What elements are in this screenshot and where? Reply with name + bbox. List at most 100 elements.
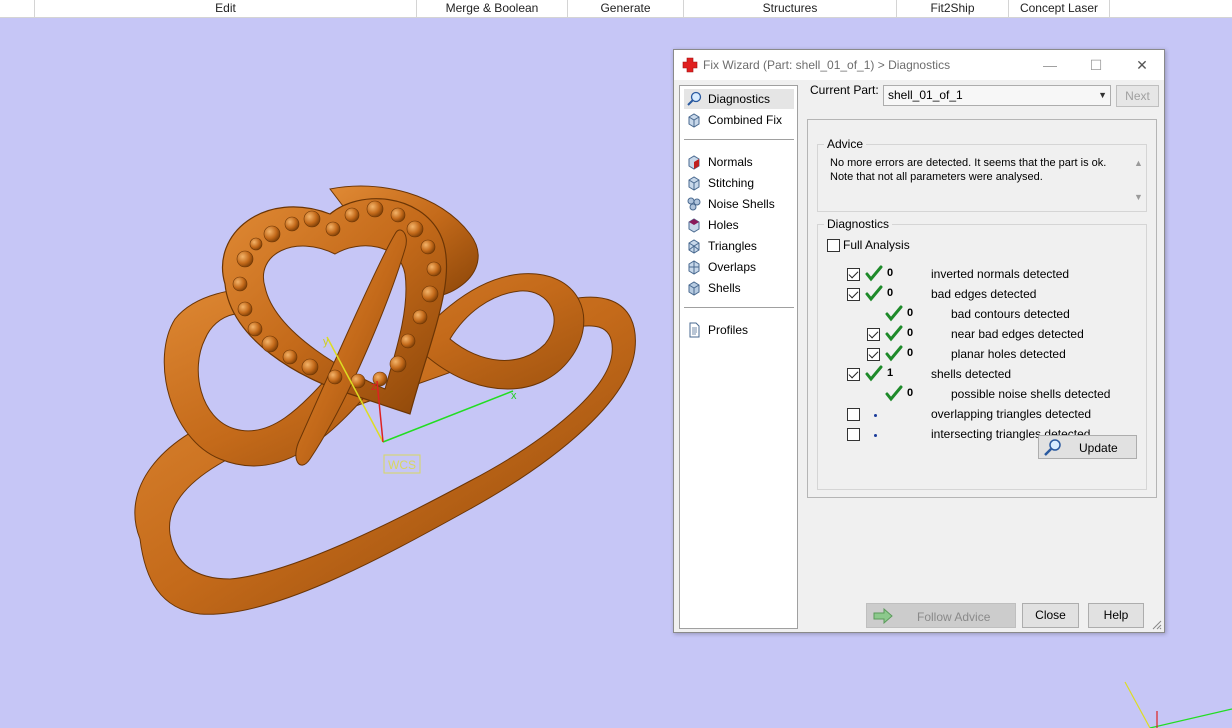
nav-item-diagnostics[interactable]: Diagnostics: [684, 89, 794, 109]
shells-cube-icon: [688, 281, 700, 296]
wizard-nav-list: Diagnostics Combined Fix Normals Stitchi…: [679, 85, 798, 629]
inverted-normals-checkbox[interactable]: [847, 268, 860, 281]
diagnostics-title: Diagnostics: [824, 217, 893, 231]
green-check-icon: [885, 325, 903, 342]
follow-advice-button[interactable]: Follow Advice: [866, 603, 1016, 628]
noise-shells-icon: [687, 197, 701, 211]
dialog-titlebar[interactable]: Fix Wizard (Part: shell_01_of_1) > Diagn…: [674, 50, 1164, 80]
green-check-icon: [865, 265, 883, 282]
menu-bar: Edit Merge & Boolean Generate Structures…: [0, 0, 1232, 18]
pending-dot-icon: [874, 434, 877, 437]
nav-item-stitching[interactable]: Stitching: [684, 173, 794, 193]
green-check-icon: [885, 385, 903, 402]
green-check-icon: [885, 345, 903, 362]
overlapping-triangles-label: overlapping triangles detected: [931, 407, 1092, 421]
bad-edges-checkbox[interactable]: [847, 288, 860, 301]
normals-cube-icon: [688, 155, 700, 170]
planar-holes-count: 0: [907, 347, 914, 359]
noise-shells-label: possible noise shells detected: [951, 387, 1111, 401]
menu-fit2ship[interactable]: Fit2Ship: [897, 0, 1009, 18]
intersecting-triangles-checkbox[interactable]: [847, 428, 860, 441]
menu-generate[interactable]: Generate: [568, 0, 684, 18]
menu-merge-boolean[interactable]: Merge & Boolean: [417, 0, 568, 18]
nav-separator: [684, 139, 794, 140]
holes-cube-icon: [688, 218, 700, 233]
next-button[interactable]: Next: [1116, 85, 1159, 107]
axis-x-label: x: [511, 390, 517, 402]
help-button[interactable]: Help: [1088, 603, 1144, 628]
stitching-cube-icon: [688, 176, 700, 191]
nav-item-holes[interactable]: Holes: [684, 215, 794, 235]
inverted-normals-count: 0: [887, 267, 894, 279]
bad-edges-label: bad edges detected: [931, 287, 1037, 301]
nav-separator: [684, 307, 794, 308]
nav-item-noise-shells[interactable]: Noise Shells: [684, 194, 794, 214]
overlaps-cube-icon: [688, 260, 700, 275]
pending-dot-icon: [874, 414, 877, 417]
bad-contours-count: 0: [907, 307, 914, 319]
menu-structures[interactable]: Structures: [684, 0, 897, 18]
advice-text-box: No more errors are detected. It seems th…: [825, 155, 1146, 205]
orientation-gizmo: [1124, 681, 1232, 728]
noise-shells-count: 0: [907, 387, 914, 399]
planar-holes-label: planar holes detected: [951, 347, 1066, 361]
nav-item-combined-fix[interactable]: Combined Fix: [684, 110, 794, 130]
nav-item-label: Diagnostics: [708, 92, 771, 106]
nav-item-label: Triangles: [708, 239, 757, 253]
advice-title: Advice: [824, 137, 867, 151]
maximize-button[interactable]: ☐: [1074, 50, 1118, 80]
nav-item-label: Overlaps: [708, 260, 757, 274]
update-label: Update: [1079, 441, 1118, 455]
nav-item-triangles[interactable]: Triangles: [684, 236, 794, 256]
follow-advice-label: Follow Advice: [917, 610, 991, 624]
nav-item-label: Combined Fix: [708, 113, 783, 127]
menu-concept-laser[interactable]: Concept Laser: [1009, 0, 1110, 18]
green-check-icon: [865, 365, 883, 382]
nav-item-label: Shells: [708, 281, 741, 295]
scroll-up-icon[interactable]: ▲: [1134, 157, 1143, 171]
near-bad-edges-checkbox[interactable]: [867, 328, 880, 341]
advice-line-2: Note that not all parameters were analys…: [830, 170, 1043, 183]
nav-item-label: Noise Shells: [708, 197, 775, 211]
nav-item-overlaps[interactable]: Overlaps: [684, 257, 794, 277]
green-check-icon: [885, 305, 903, 322]
current-part-select[interactable]: shell_01_of_1 ▼: [883, 85, 1111, 106]
current-part-value: shell_01_of_1: [888, 88, 963, 102]
update-button[interactable]: Update: [1038, 435, 1137, 459]
bad-contours-label: bad contours detected: [951, 307, 1070, 321]
menu-edit[interactable]: Edit: [35, 0, 417, 18]
chevron-down-icon: ▼: [1098, 90, 1107, 100]
current-part-label: Current Part:: [810, 83, 879, 97]
wcs-label: WCS: [388, 458, 416, 472]
near-bad-edges-label: near bad edges detected: [951, 327, 1084, 341]
inverted-normals-label: inverted normals detected: [931, 267, 1070, 281]
shells-count: 1: [887, 367, 894, 379]
shells-label: shells detected: [931, 367, 1012, 381]
minimize-button[interactable]: —: [1028, 50, 1072, 80]
nav-item-label: Holes: [708, 218, 739, 232]
scroll-down-icon[interactable]: ▼: [1134, 191, 1143, 205]
document-icon: [689, 322, 700, 338]
overlapping-triangles-checkbox[interactable]: [847, 408, 860, 421]
full-analysis-checkbox[interactable]: [827, 239, 840, 252]
dialog-title: Fix Wizard (Part: shell_01_of_1) > Diagn…: [703, 58, 951, 72]
planar-holes-checkbox[interactable]: [867, 348, 880, 361]
red-cross-icon: [682, 57, 698, 73]
triangles-cube-icon: [688, 239, 700, 254]
advice-line-1: No more errors are detected. It seems th…: [830, 157, 1107, 169]
nav-item-label: Normals: [708, 155, 753, 169]
close-button[interactable]: Close: [1022, 603, 1079, 628]
nav-item-profiles[interactable]: Profiles: [684, 320, 794, 340]
nav-item-normals[interactable]: Normals: [684, 152, 794, 172]
nav-item-label: Stitching: [708, 176, 755, 190]
diagnostics-panel: Advice No more errors are detected. It s…: [807, 119, 1157, 498]
shells-checkbox[interactable]: [847, 368, 860, 381]
fix-wizard-dialog: Fix Wizard (Part: shell_01_of_1) > Diagn…: [673, 49, 1165, 633]
nav-item-shells[interactable]: Shells: [684, 278, 794, 298]
magnifier-icon: [687, 91, 702, 106]
green-check-icon: [865, 285, 883, 302]
advice-group: Advice No more errors are detected. It s…: [817, 137, 1147, 212]
close-window-button[interactable]: ✕: [1120, 50, 1164, 80]
resize-grip-icon[interactable]: [1152, 620, 1162, 630]
advice-scrollbar[interactable]: ▲ ▼: [1130, 155, 1146, 205]
